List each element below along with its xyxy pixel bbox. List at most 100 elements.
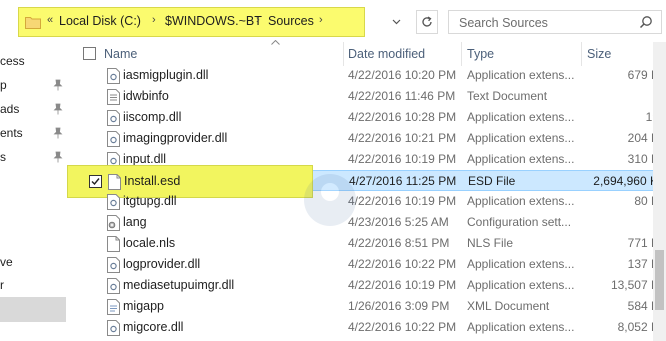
- vertical-scrollbar[interactable]: [653, 42, 666, 341]
- search-input[interactable]: [457, 11, 631, 35]
- dll-file-icon: [107, 194, 120, 210]
- file-date: 4/22/2016 10:19 PM: [348, 278, 457, 292]
- file-date: 4/22/2016 10:19 PM: [348, 152, 457, 166]
- breadcrumb-sources[interactable]: Sources: [268, 14, 314, 28]
- address-history-dropdown[interactable]: [390, 12, 404, 30]
- dll-file-icon: [107, 131, 120, 147]
- dll-file-icon: [107, 278, 120, 294]
- search-icon[interactable]: [639, 15, 653, 29]
- file-type: XML Document: [467, 299, 550, 313]
- pin-icon: [53, 79, 63, 91]
- nav-item-folder[interactable]: r: [0, 276, 66, 294]
- search-box[interactable]: [448, 10, 662, 35]
- column-header-type[interactable]: Type: [467, 47, 494, 61]
- nav-item-label: cess: [0, 54, 25, 68]
- file-date: 4/22/2016 10:22 PM: [348, 320, 457, 334]
- file-type: Application extens...: [467, 278, 575, 292]
- chevron-down-icon: [392, 19, 401, 25]
- nav-item-drive[interactable]: ve: [0, 253, 66, 271]
- nav-item-documents[interactable]: ents: [0, 124, 66, 142]
- file-date: 4/22/2016 10:21 PM: [348, 131, 457, 145]
- pin-icon: [53, 151, 63, 163]
- column-divider[interactable]: [343, 42, 344, 66]
- file-row[interactable]: iiscomp.dll 4/22/2016 10:28 PM Applicati…: [73, 107, 659, 128]
- address-bar[interactable]: « Local Disk (C:) › $WINDOWS.~BT › Sourc…: [18, 7, 365, 37]
- nav-item-label: p: [0, 78, 7, 92]
- select-all-checkbox[interactable]: [83, 47, 96, 60]
- nav-item-label: ve: [0, 255, 13, 269]
- file-row[interactable]: logprovider.dll 4/22/2016 10:22 PM Appli…: [73, 254, 659, 275]
- file-name: imagingprovider.dll: [123, 131, 228, 145]
- nav-item-desktop[interactable]: p: [0, 76, 66, 94]
- nav-item-label: s: [0, 150, 6, 164]
- nav-item-downloads[interactable]: ads: [0, 100, 66, 118]
- file-name: idwbinfo: [123, 89, 169, 103]
- file-type: Text Document: [467, 89, 548, 103]
- file-name: locale.nls: [123, 236, 176, 250]
- column-header-name[interactable]: Name: [104, 47, 137, 61]
- file-row[interactable]: idwbinfo 4/22/2016 11:46 PM Text Documen…: [73, 86, 659, 107]
- column-divider[interactable]: [461, 42, 462, 66]
- file-row[interactable]: imagingprovider.dll 4/22/2016 10:21 PM A…: [73, 128, 659, 149]
- file-name: iiscomp.dll: [123, 110, 182, 124]
- row-checkbox[interactable]: [89, 175, 102, 188]
- navigation-pane: cess p ads ents s ve r: [0, 42, 66, 341]
- breadcrumb-separator-icon[interactable]: ›: [256, 14, 260, 26]
- file-type: Application extens...: [467, 194, 575, 208]
- file-date: 4/22/2016 10:20 PM: [348, 68, 457, 82]
- file-type: Application extens...: [467, 152, 575, 166]
- file-name: itgtupg.dll: [123, 194, 177, 208]
- file-row[interactable]: migcore.dll 4/22/2016 10:22 PM Applicati…: [73, 317, 659, 338]
- nls-file-icon: [107, 236, 120, 252]
- sort-up-icon: [271, 40, 280, 45]
- pin-icon: [53, 103, 63, 115]
- nav-item-quick-access[interactable]: cess: [0, 52, 66, 70]
- xml-file-icon: [107, 299, 120, 315]
- watermark-logo: [304, 174, 356, 226]
- file-name: logprovider.dll: [123, 257, 201, 271]
- file-date: 4/22/2016 11:46 PM: [348, 89, 456, 103]
- file-row[interactable]: locale.nls 4/22/2016 8:51 PM NLS File 77…: [73, 233, 659, 254]
- file-type: ESD File: [468, 174, 516, 188]
- file-date: 4/22/2016 10:22 PM: [348, 257, 457, 271]
- dll-file-icon: [107, 320, 120, 336]
- refresh-button[interactable]: [416, 10, 438, 34]
- file-type: Application extens...: [467, 131, 575, 145]
- nav-item-label: ents: [0, 126, 23, 140]
- file-row[interactable]: iasmigplugin.dll 4/22/2016 10:20 PM Appl…: [73, 65, 659, 86]
- column-header-row: Name Date modified Type Size: [73, 40, 653, 66]
- file-name: lang: [123, 215, 147, 229]
- breadcrumb-windows-bt[interactable]: $WINDOWS.~BT: [165, 14, 262, 28]
- file-size: 13,507 K: [610, 278, 659, 292]
- file-type: Configuration sett...: [467, 215, 572, 229]
- breadcrumb-overflow[interactable]: «: [47, 14, 53, 26]
- column-header-size[interactable]: Size: [587, 47, 611, 61]
- nav-item-label: ads: [0, 102, 20, 116]
- file-name: migcore.dll: [123, 320, 184, 334]
- dll-file-icon: [107, 68, 120, 84]
- nav-item-selected[interactable]: [0, 297, 66, 322]
- config-file-icon: [107, 215, 120, 231]
- column-header-date-modified[interactable]: Date modified: [348, 47, 425, 61]
- file-type: Application extens...: [467, 110, 575, 124]
- file-date: 4/22/2016 8:51 PM: [348, 236, 450, 250]
- breadcrumb-separator-icon[interactable]: ›: [152, 14, 156, 26]
- file-name: iasmigplugin.dll: [123, 68, 209, 82]
- breadcrumb-local-disk[interactable]: Local Disk (C:): [59, 14, 141, 28]
- column-divider[interactable]: [581, 42, 582, 66]
- file-name: migapp: [123, 299, 164, 313]
- file-row[interactable]: mediasetupuimgr.dll 4/22/2016 10:19 PM A…: [73, 275, 659, 296]
- dll-file-icon: [107, 257, 120, 273]
- scrollbar-thumb[interactable]: [655, 250, 664, 310]
- file-size: 2,694,960 K: [593, 174, 658, 188]
- file-type: NLS File: [467, 236, 514, 250]
- nav-item-label: r: [0, 278, 4, 292]
- file-name: Install.esd: [124, 174, 181, 188]
- file-type: Application extens...: [467, 257, 575, 271]
- breadcrumb-separator-icon[interactable]: ›: [319, 14, 323, 26]
- file-row[interactable]: migapp 1/26/2016 3:09 PM XML Document 58…: [73, 296, 659, 317]
- nav-item-pictures[interactable]: s: [0, 148, 66, 166]
- file-name: input.dll: [123, 152, 167, 166]
- folder-icon: [25, 17, 41, 29]
- file-date: 4/22/2016 10:28 PM: [348, 110, 457, 124]
